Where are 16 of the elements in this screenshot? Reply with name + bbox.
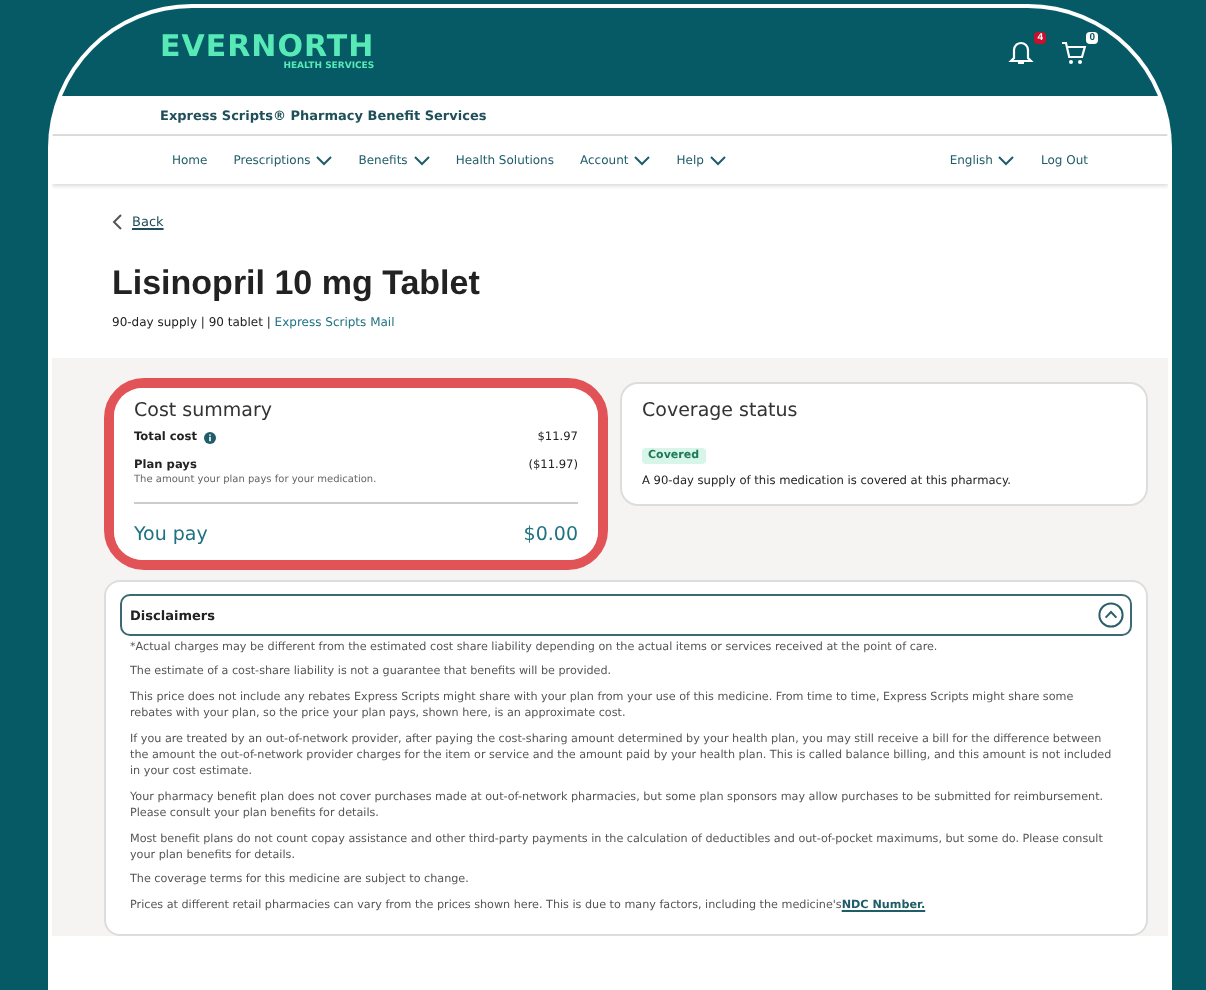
bell-icon <box>1008 38 1034 66</box>
logo[interactable]: EVERNORTH <box>160 31 375 61</box>
chevron-down-icon <box>316 155 333 165</box>
chevron-down-icon <box>998 155 1015 165</box>
total-amount: $0.00 <box>523 524 578 546</box>
chevron-down-icon <box>634 155 651 165</box>
total-label: You pay <box>134 524 208 546</box>
card-title: Cost summary <box>134 400 274 422</box>
card-title: Coverage status <box>642 400 800 422</box>
drug-title: Lisinopril 10 mg Tablet <box>112 264 482 304</box>
chevron-left-icon <box>112 214 122 230</box>
info-icon[interactable] <box>203 432 215 444</box>
chevron-down-icon <box>709 155 726 165</box>
cart-icon <box>1060 39 1088 65</box>
chevron-down-icon <box>413 155 430 165</box>
collapse-icon <box>1098 602 1124 628</box>
